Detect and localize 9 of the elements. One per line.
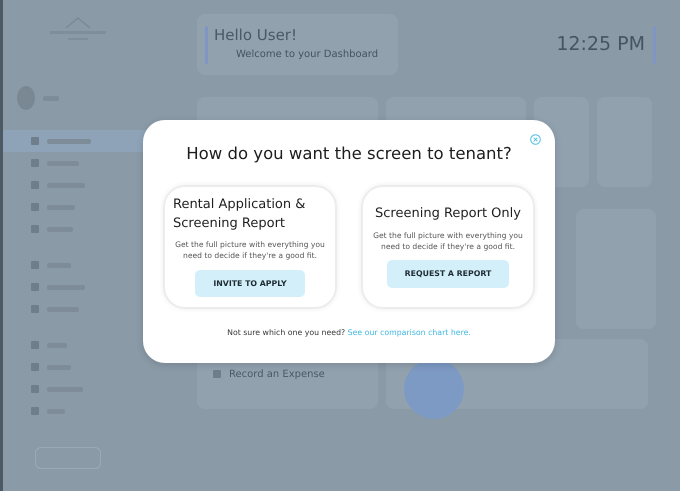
clock-time: 12:25 PM <box>556 32 645 58</box>
expense-icon <box>213 370 221 378</box>
greeting-title: Hello User! <box>214 26 298 44</box>
quick-action-label: Record an Expense <box>229 368 325 382</box>
modal-title: How do you want the screen to tenant? <box>185 144 513 164</box>
option-title: Rental Application & Screening Report <box>173 196 306 233</box>
welcome-text: Welcome to your Dashboard <box>236 48 378 62</box>
option-title: Screening Report Only <box>375 205 521 224</box>
close-button[interactable] <box>530 134 541 145</box>
